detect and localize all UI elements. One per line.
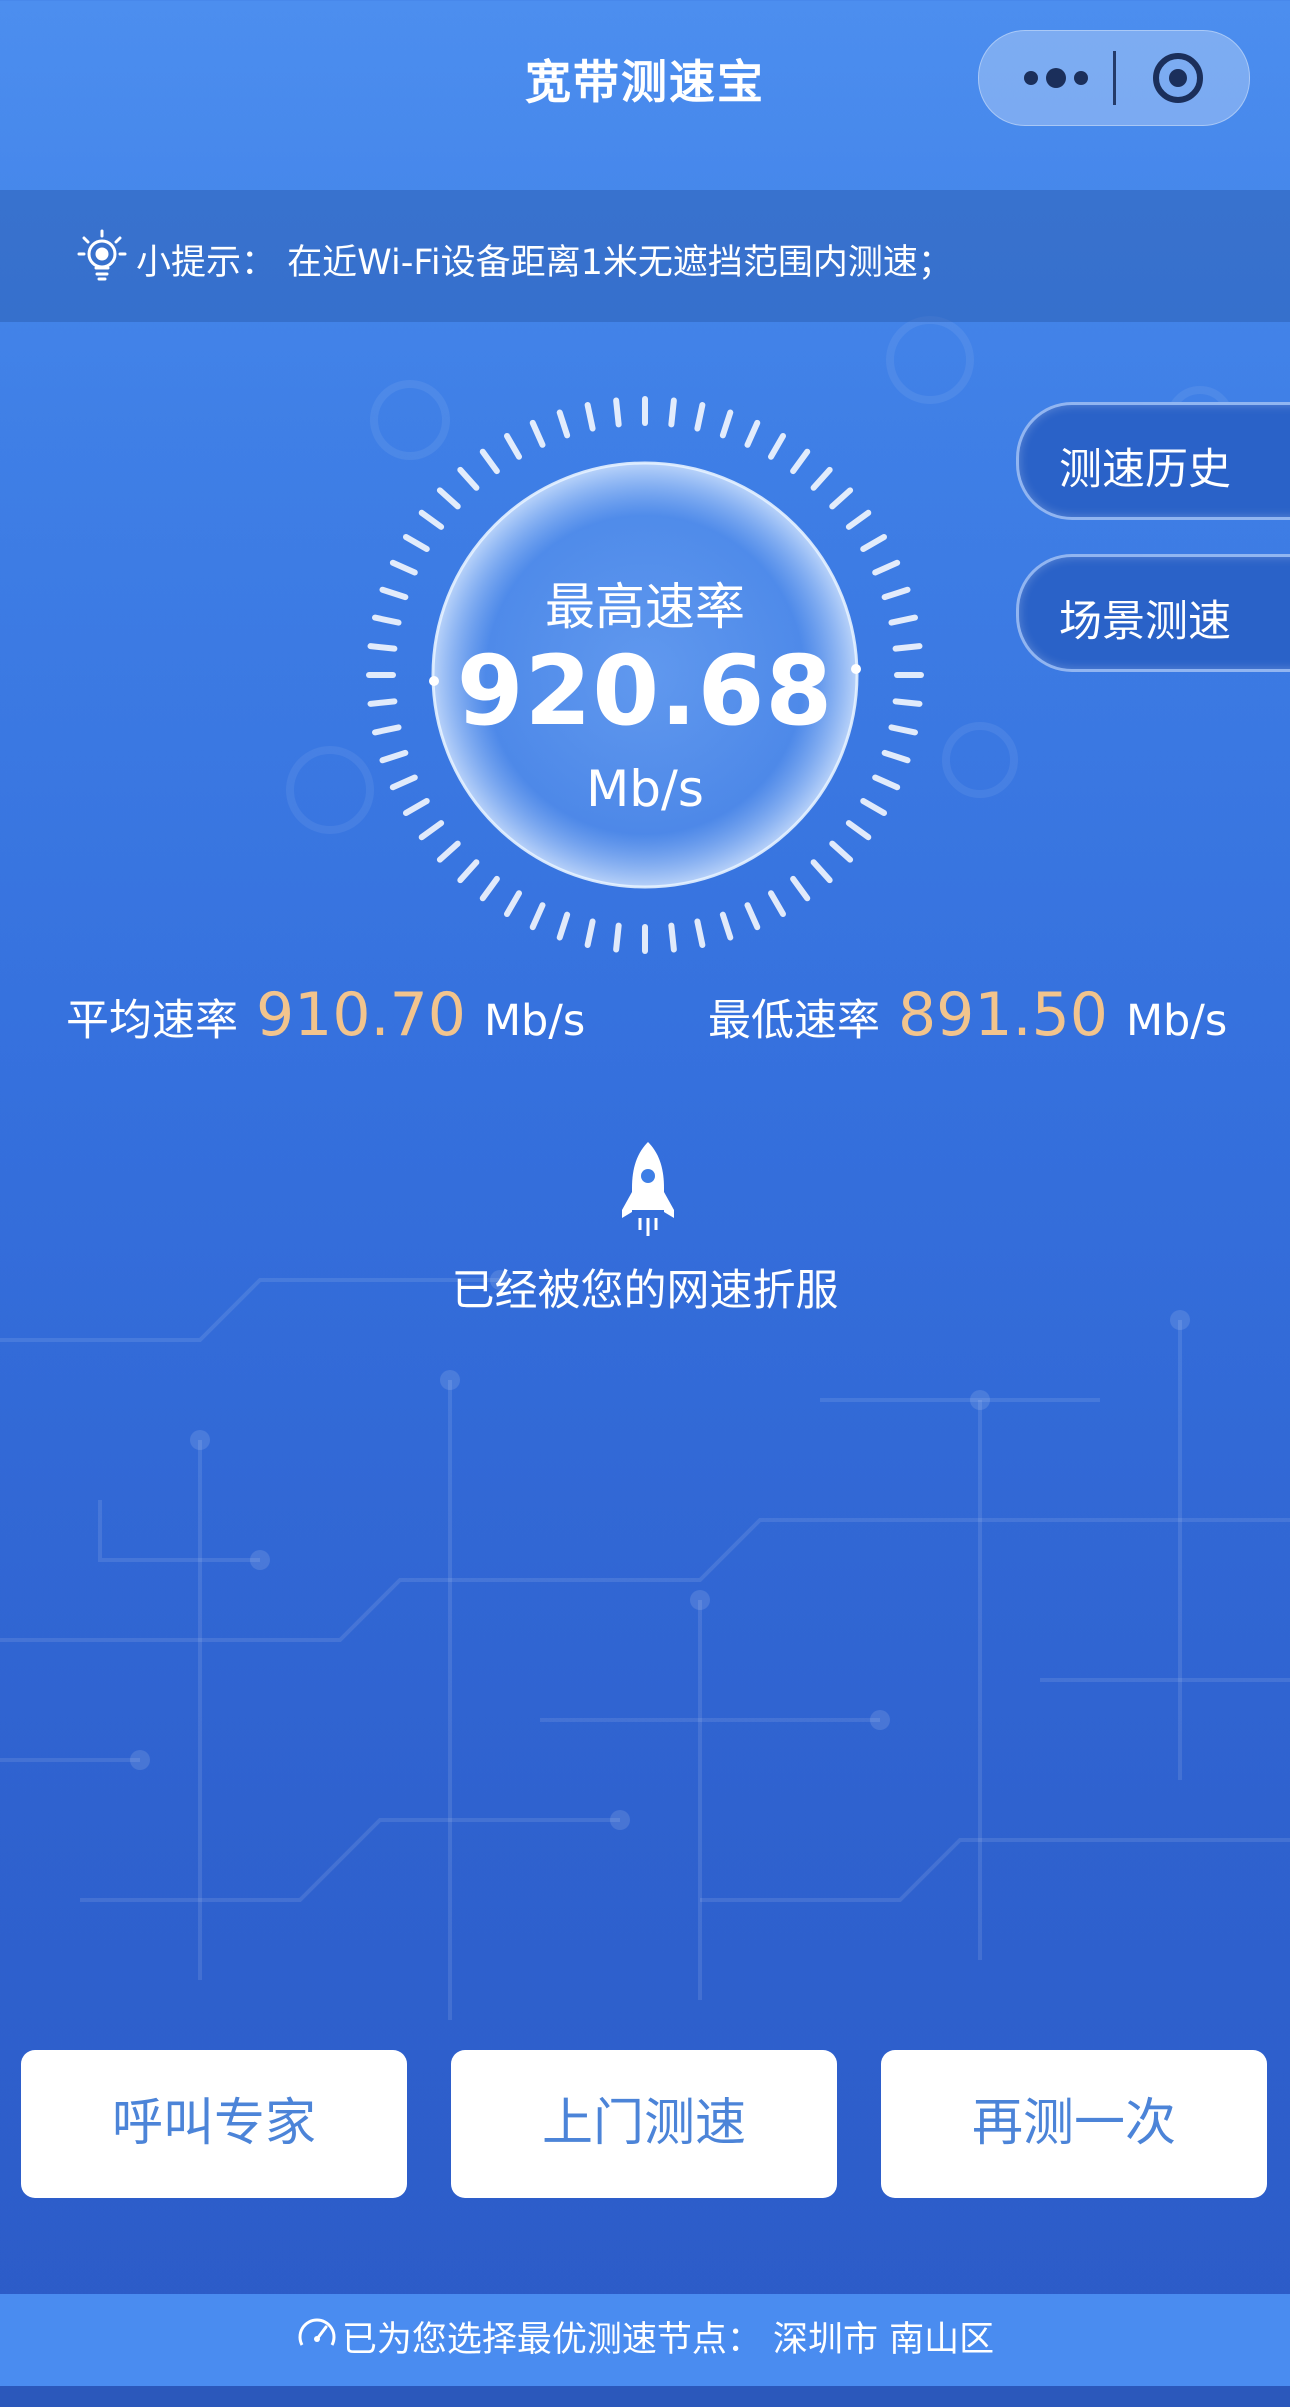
onsite-test-button[interactable]: 上门测速 (451, 2050, 837, 2198)
minimum-speed-unit: Mb/s (1125, 996, 1228, 1046)
call-expert-button[interactable]: 呼叫专家 (21, 2050, 407, 2198)
average-speed: 平均速率 910.70 Mb/s (66, 980, 585, 1050)
capsule-divider (1113, 51, 1116, 105)
bottom-strip (0, 2386, 1290, 2407)
tip-bar: 小提示： 在近Wi-Fi设备距离1米无遮挡范围内测速； (0, 190, 1290, 322)
mini-program-capsule (978, 30, 1250, 126)
speed-history-button[interactable]: 测速历史 (1016, 402, 1290, 520)
average-speed-label: 平均速率 (66, 996, 238, 1046)
more-dots-icon[interactable] (1021, 61, 1091, 95)
rocket-icon (622, 1142, 674, 1236)
average-speed-value: 910.70 (256, 980, 466, 1050)
scene-test-label: 场景测速 (1059, 597, 1231, 647)
max-speed-label: 最高速率 (545, 578, 745, 636)
node-footer: 已为您选择最优测速节点： 深圳市 南山区 (0, 2294, 1290, 2386)
retest-button[interactable]: 再测一次 (881, 2050, 1267, 2198)
max-speed-unit: Mb/s (586, 760, 704, 818)
scene-test-button[interactable]: 场景测速 (1016, 554, 1290, 672)
minimum-speed: 最低速率 891.50 Mb/s (708, 980, 1227, 1050)
minimum-speed-label: 最低速率 (708, 996, 880, 1046)
title-bar: 宽带测速宝 (0, 0, 1290, 160)
minimum-speed-value: 891.50 (898, 980, 1108, 1050)
max-speed-value: 920.68 (456, 635, 834, 747)
node-text: 已为您选择最优测速节点： 深圳市 南山区 (341, 2320, 995, 2360)
target-close-icon[interactable] (1151, 51, 1205, 105)
speed-history-label: 测速历史 (1059, 445, 1231, 495)
speedometer-icon (298, 2318, 336, 2346)
result-message: 已经被您的网速折服 (451, 1266, 839, 1316)
average-speed-unit: Mb/s (483, 996, 586, 1046)
tip-text: 小提示： 在近Wi-Fi设备距离1米无遮挡范围内测速； (136, 243, 953, 283)
gauge-readout: 最高速率 920.68 Mb/s (365, 395, 925, 955)
lightbulb-icon (77, 229, 127, 281)
